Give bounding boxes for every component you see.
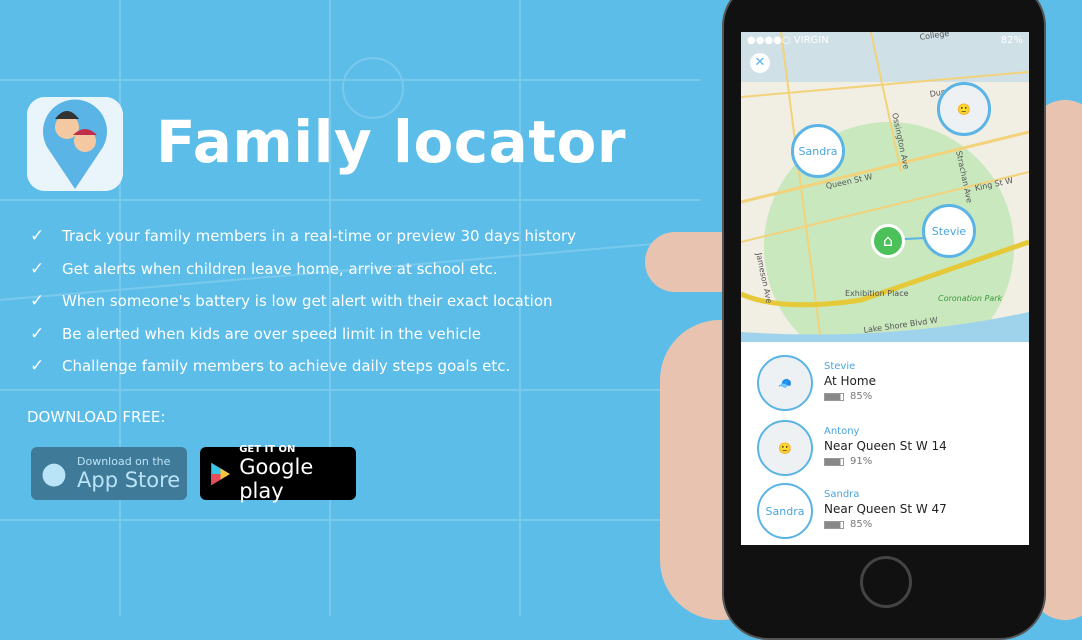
battery-icon <box>824 392 844 401</box>
feature-list: ✓ Track your family members in a real-tim… <box>30 220 576 383</box>
map-pin-sandra[interactable]: Sandra <box>791 124 845 178</box>
check-icon: ✓ <box>30 323 45 344</box>
feature-item: ✓ Challenge family members to achieve dai… <box>30 356 511 377</box>
member-list: 🧢 Stevie At Home 85% 🙂 Antony Near Queen… <box>741 342 1029 545</box>
feature-item: ✓ Be alerted when kids are over speed lim… <box>30 323 482 344</box>
feature-item: ✓ Get alerts when children leave home, ar… <box>30 258 498 279</box>
apple-icon: ● <box>40 456 68 491</box>
map[interactable]: ●●●●○ VIRGIN 82% ✕ Queen St W King St W O… <box>741 32 1029 342</box>
phone-screen: ●●●●○ VIRGIN 82% ✕ Queen St W King St W O… <box>741 32 1029 545</box>
avatar: 🙂 <box>757 420 813 476</box>
avatar: 🧢 <box>757 355 813 411</box>
google-play-icon <box>211 462 230 485</box>
check-icon: ✓ <box>30 356 45 377</box>
feature-item: ✓ When someone's battery is low get alert… <box>30 291 553 312</box>
home-marker-icon[interactable]: ⌂ <box>871 224 905 258</box>
feature-item: ✓ Track your family members in a real-tim… <box>30 226 577 247</box>
avatar: Sandra <box>757 483 813 539</box>
app-store-button[interactable]: ● Download on the App Store <box>31 447 187 500</box>
map-label: Coronation Park <box>938 294 1003 303</box>
battery-icon <box>824 520 844 529</box>
member-row[interactable]: 🧢 Stevie At Home 85% <box>757 355 1017 415</box>
map-label: Exhibition Place <box>845 289 909 298</box>
battery-icon <box>824 457 844 466</box>
close-button[interactable]: ✕ <box>750 53 770 73</box>
download-label: DOWNLOAD FREE: <box>27 408 166 426</box>
check-icon: ✓ <box>30 258 45 279</box>
map-pin-stevie[interactable]: Stevie <box>922 204 976 258</box>
home-button[interactable] <box>860 556 912 608</box>
page-title: Family locator <box>156 108 626 176</box>
map-pin-antony[interactable]: 🙂 <box>937 82 991 136</box>
check-icon: ✓ <box>30 291 45 312</box>
member-row[interactable]: 🙂 Antony Near Queen St W 14 91% <box>757 420 1017 480</box>
member-row[interactable]: Sandra Sandra Near Queen St W 47 85% <box>757 483 1017 543</box>
status-bar: ●●●●○ VIRGIN 82% <box>747 35 1023 46</box>
google-play-button[interactable]: GET IT ON Google play <box>200 444 356 503</box>
app-logo <box>27 97 123 191</box>
check-icon: ✓ <box>30 226 45 247</box>
